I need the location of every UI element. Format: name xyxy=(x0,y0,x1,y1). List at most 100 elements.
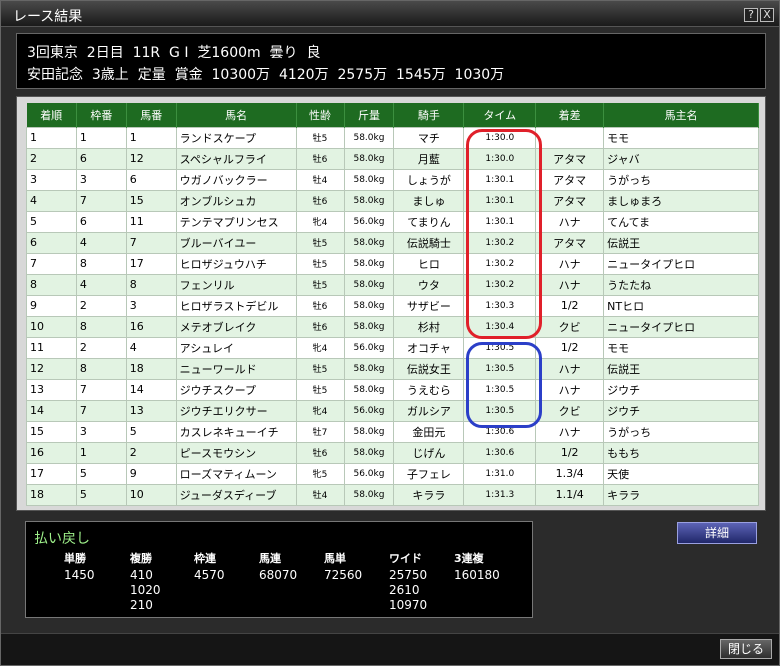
table-row[interactable]: 11 2 4 アシュレイ 牝4 56.0kg オコチャ 1:30.5 1/2 モモ xyxy=(26,336,759,359)
payout-column: 馬単 72560 xyxy=(324,550,362,583)
rank-cell: 4 xyxy=(26,189,77,212)
close-button[interactable]: 閉じる xyxy=(720,639,772,659)
weight-cell: 56.0kg xyxy=(343,336,395,359)
frame-cell: 4 xyxy=(75,273,127,296)
table-row[interactable]: 7 8 17 ヒロザジュウハチ 牡5 58.0kg ヒロ 1:30.2 ハナ ニュータイプヒロ xyxy=(26,252,759,275)
table-row[interactable]: 12 8 18 ニューワールド 牡5 58.0kg 伝説女王 1:30.5 ハナ 伝説王 xyxy=(26,357,759,380)
table-row[interactable]: 1 1 1 ランドスケープ 牡5 58.0kg マチ 1:30.0 モモ xyxy=(26,126,759,149)
owner-cell: キララ xyxy=(603,483,759,506)
horse-number-header[interactable]: 馬番 xyxy=(126,103,177,127)
table-row[interactable]: 6 4 7 ブルーバイユー 牡5 58.0kg 伝説騎士 1:30.2 アタマ 伝説王 xyxy=(26,231,759,254)
frame-cell: 6 xyxy=(75,210,127,233)
margin-cell: アタマ xyxy=(535,189,605,212)
time-cell: 1:31.0 xyxy=(463,462,537,485)
payout-column: 複勝 410 1020 210 xyxy=(130,550,161,613)
rank-header[interactable]: 着順 xyxy=(26,103,77,127)
table-row[interactable]: 13 7 14 ジウチスクープ 牡5 58.0kg うえむら 1:30.5 ハナ ジウチ xyxy=(26,378,759,401)
horse-name-cell: スペシャルフライ xyxy=(175,147,297,170)
help-icon[interactable]: ? xyxy=(744,8,758,22)
horse-number-cell: 17 xyxy=(125,252,177,275)
table-row[interactable]: 5 6 11 テンテマプリンセス 牝4 56.0kg てまりん 1:30.1 ハナ てんてま xyxy=(26,210,759,233)
results-table: 着順 枠番 馬番 馬名 性齢 斤量 騎手 タイム 着差 馬主名 1 1 1 ランドスケープ 牡5 58.0k… xyxy=(26,103,759,506)
horse-number-cell: 15 xyxy=(125,189,177,212)
close-icon[interactable]: X xyxy=(760,8,774,22)
sex-age-cell: 牡6 xyxy=(295,189,345,212)
frame-cell: 3 xyxy=(75,420,127,443)
rank-cell: 2 xyxy=(26,147,77,170)
frame-cell: 4 xyxy=(75,231,127,254)
margin-cell: クビ xyxy=(535,399,605,422)
margin-header[interactable]: 着差 xyxy=(535,103,605,127)
table-row[interactable]: 8 4 8 フェンリル 牡5 58.0kg ウタ 1:30.2 ハナ うたたね xyxy=(26,273,759,296)
sex-age-cell: 牝4 xyxy=(295,336,345,359)
frame-header[interactable]: 枠番 xyxy=(76,103,127,127)
sex-age-cell: 牡5 xyxy=(295,252,345,275)
time-cell: 1:30.1 xyxy=(463,168,537,191)
horse-name-cell: ジウチエリクサー xyxy=(175,399,297,422)
payout-value: 2610 xyxy=(389,583,420,597)
jockey-cell: しょうが xyxy=(393,168,465,191)
horse-number-cell: 11 xyxy=(125,210,177,233)
time-cell: 1:30.5 xyxy=(463,336,537,359)
horse-number-cell: 16 xyxy=(125,315,177,338)
detail-button[interactable]: 詳細 xyxy=(677,522,757,544)
payout-value: 4570 xyxy=(194,568,225,582)
table-row[interactable]: 17 5 9 ローズマティムーン 牝5 56.0kg 子フェレ 1:31.0 1.3/4 天使 xyxy=(26,462,759,485)
jockey-cell: ウタ xyxy=(393,273,465,296)
table-row[interactable]: 15 3 5 カスレネキューイチ 牡7 58.0kg 金田元 1:30.6 ハナ うがっち xyxy=(26,420,759,443)
table-row[interactable]: 9 2 3 ヒロザラストデビル 牡6 58.0kg サザビー 1:30.3 1/2 NTヒロ xyxy=(26,294,759,317)
horse-name-cell: オンブルシュカ xyxy=(175,189,297,212)
table-row[interactable]: 14 7 13 ジウチエリクサー 牝4 56.0kg ガルシア 1:30.5 クビ ジウチ xyxy=(26,399,759,422)
margin-cell: アタマ xyxy=(535,168,605,191)
horse-name-cell: ヒロザジュウハチ xyxy=(175,252,297,275)
owner-cell: うがっち xyxy=(603,168,759,191)
jockey-cell: 子フェレ xyxy=(393,462,465,485)
rank-cell: 1 xyxy=(26,126,77,149)
jockey-cell: ガルシア xyxy=(393,399,465,422)
weight-cell: 56.0kg xyxy=(343,210,395,233)
owner-cell: 伝説王 xyxy=(603,357,759,380)
horse-number-cell: 1 xyxy=(125,126,177,149)
weight-cell: 58.0kg xyxy=(343,294,395,317)
jockey-cell: 杉村 xyxy=(393,315,465,338)
owner-header[interactable]: 馬主名 xyxy=(603,103,759,127)
title-bar[interactable]: レース結果 ? X xyxy=(1,1,779,27)
horse-name-cell: ローズマティムーン xyxy=(175,462,297,485)
table-row[interactable]: 2 6 12 スペシャルフライ 牡6 58.0kg 月藍 1:30.0 アタマ ジャバ xyxy=(26,147,759,170)
weight-cell: 56.0kg xyxy=(343,399,395,422)
frame-cell: 8 xyxy=(75,357,127,380)
weight-cell: 58.0kg xyxy=(343,126,395,149)
margin-cell: ハナ xyxy=(535,210,605,233)
horse-number-cell: 4 xyxy=(125,336,177,359)
payout-label: 単勝 xyxy=(64,552,86,565)
table-row[interactable]: 4 7 15 オンブルシュカ 牡6 58.0kg ましゅ 1:30.1 アタマ ましゅまろ xyxy=(26,189,759,212)
payout-title: 払い戻し xyxy=(34,531,90,547)
table-row[interactable]: 18 5 10 ジューダスディーブ 牡4 58.0kg キララ 1:31.3 1.1/4 キララ xyxy=(26,483,759,506)
time-cell: 1:30.6 xyxy=(463,420,537,443)
time-header[interactable]: タイム xyxy=(463,103,537,127)
sex-age-header[interactable]: 性齢 xyxy=(296,103,345,127)
payout-label: 複勝 xyxy=(130,552,152,565)
rank-cell: 17 xyxy=(26,462,77,485)
horse-number-cell: 7 xyxy=(125,231,177,254)
horse-name-header[interactable]: 馬名 xyxy=(176,103,297,127)
table-header-row: 着順 枠番 馬番 馬名 性齢 斤量 騎手 タイム 着差 馬主名 xyxy=(26,103,759,127)
frame-cell: 8 xyxy=(75,315,127,338)
weight-header[interactable]: 斤量 xyxy=(344,103,395,127)
jockey-header[interactable]: 騎手 xyxy=(393,103,465,127)
table-row[interactable]: 10 8 16 メテオブレイク 牡6 58.0kg 杉村 1:30.4 クビ ニュータイプヒロ xyxy=(26,315,759,338)
sex-age-cell: 牡5 xyxy=(295,231,345,254)
table-row[interactable]: 16 1 2 ピースモウシン 牡6 58.0kg じげん 1:30.6 1/2 ももち xyxy=(26,441,759,464)
time-cell: 1:30.6 xyxy=(463,441,537,464)
horse-name-cell: ピースモウシン xyxy=(175,441,297,464)
horse-number-cell: 10 xyxy=(125,483,177,506)
rank-cell: 12 xyxy=(26,357,77,380)
table-row[interactable]: 3 3 6 ウガノバックラー 牡4 58.0kg しょうが 1:30.1 アタマ うがっち xyxy=(26,168,759,191)
owner-cell: うたたね xyxy=(603,273,759,296)
weight-cell: 58.0kg xyxy=(343,420,395,443)
jockey-cell: じげん xyxy=(393,441,465,464)
results-panel: 着順 枠番 馬番 馬名 性齢 斤量 騎手 タイム 着差 馬主名 1 1 1 ランドスケープ 牡5 58.0k… xyxy=(16,96,766,511)
horse-name-cell: ジューダスディーブ xyxy=(175,483,297,506)
rank-cell: 6 xyxy=(26,231,77,254)
margin-cell: クビ xyxy=(535,315,605,338)
